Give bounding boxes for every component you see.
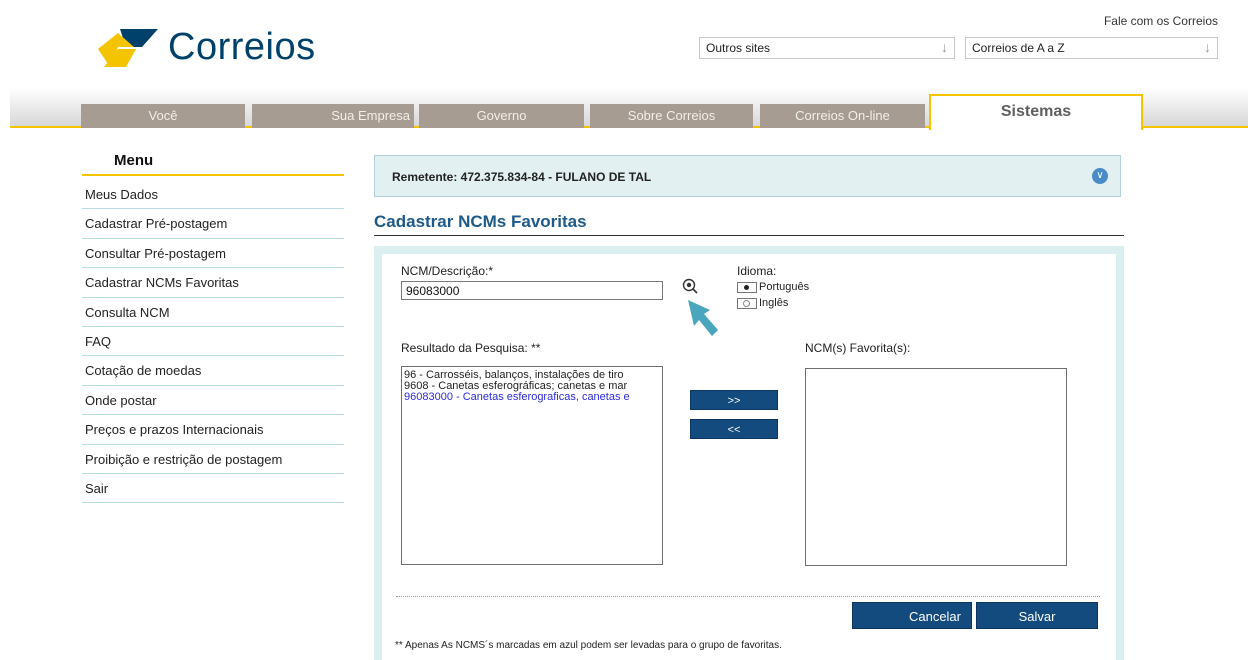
tab-sobre-correios[interactable]: Sobre Correios — [590, 104, 753, 128]
sidebar-item-precos-prazos[interactable]: Preços e prazos Internacionais — [82, 415, 344, 445]
correios-logo[interactable]: Correios — [96, 26, 316, 69]
tab-voce[interactable]: Você — [81, 104, 245, 128]
logo-wordmark: Correios — [168, 26, 316, 68]
correios-logo-icon — [98, 28, 158, 67]
sidebar-item-consulta-ncm[interactable]: Consulta NCM — [82, 298, 344, 327]
radio-selected-icon[interactable] — [737, 281, 757, 293]
chevron-down-icon[interactable]: ∨ — [1092, 168, 1108, 184]
form-divider — [396, 596, 1100, 597]
sidebar-item-consultar-pre-postagem[interactable]: Consultar Pré-postagem — [82, 239, 344, 269]
language-option-ingles[interactable]: Inglês — [737, 297, 788, 309]
other-sites-value: Outros sites — [706, 41, 771, 55]
chevron-down-icon: ↓ — [941, 39, 948, 55]
sender-text: Remetente: 472.375.834-84 - FULANO DE TA… — [392, 170, 652, 184]
sidebar-item-cotacao-moedas[interactable]: Cotação de moedas — [82, 356, 344, 386]
radio-unselected-icon[interactable] — [737, 297, 757, 309]
sidebar-menu: Meus Dados Cadastrar Pré-postagem Consul… — [82, 180, 344, 504]
tab-governo[interactable]: Governo — [419, 104, 584, 128]
language-option-portugues[interactable]: Português — [737, 281, 809, 293]
contact-link[interactable]: Fale com os Correios — [1104, 14, 1218, 28]
add-favorite-button[interactable]: >> — [690, 390, 778, 410]
save-button[interactable]: Salvar — [976, 602, 1098, 629]
a-to-z-value: Correios de A a Z — [972, 41, 1065, 55]
ncm-input[interactable]: 96083000 — [401, 281, 663, 300]
list-item-selectable[interactable]: 96083000 - Canetas esferograficas, canet… — [404, 392, 660, 403]
sidebar-item-proibicao-restricao[interactable]: Proibição e restrição de postagem — [82, 445, 344, 474]
ncm-label: NCM/Descrição:* — [401, 264, 494, 278]
search-icon[interactable] — [682, 278, 698, 294]
tab-sistemas[interactable]: Sistemas — [929, 94, 1143, 130]
a-to-z-select[interactable]: Correios de A a Z ↓ — [965, 37, 1218, 59]
remove-favorite-button[interactable]: << — [690, 419, 778, 439]
footnote: ** Apenas As NCMS´s marcadas em azul pod… — [395, 640, 782, 651]
cancel-button[interactable]: Cancelar — [852, 602, 972, 629]
sidebar-item-faq[interactable]: FAQ — [82, 327, 344, 357]
tab-sua-empresa[interactable]: Sua Empresa — [252, 104, 414, 128]
sidebar-item-cadastrar-ncms-favoritas[interactable]: Cadastrar NCMs Favoritas — [82, 268, 344, 298]
results-label: Resultado da Pesquisa: ** — [401, 341, 541, 355]
favorites-list[interactable] — [805, 368, 1067, 566]
language-option-label: Português — [759, 281, 810, 293]
menu-divider — [82, 174, 344, 176]
language-option-label: Inglês — [759, 297, 789, 309]
sidebar-item-sair[interactable]: Sair — [82, 474, 344, 504]
title-divider — [374, 235, 1124, 236]
menu-title: Menu — [114, 152, 154, 169]
other-sites-select[interactable]: Outros sites ↓ — [699, 37, 955, 59]
language-label: Idioma: — [737, 264, 777, 278]
pointer-arrow-icon — [688, 300, 718, 336]
tab-correios-online[interactable]: Correios On-line — [760, 104, 925, 128]
chevron-down-icon: ↓ — [1204, 39, 1211, 55]
favorites-label: NCM(s) Favorita(s): — [805, 341, 911, 355]
sidebar-item-cadastrar-pre-postagem[interactable]: Cadastrar Pré-postagem — [82, 209, 344, 239]
results-list[interactable]: 96 - Carrosséis, balanços, instalações d… — [401, 366, 663, 565]
page-title: Cadastrar NCMs Favoritas — [374, 212, 587, 231]
sidebar-item-meus-dados[interactable]: Meus Dados — [82, 180, 344, 210]
sender-bar: Remetente: 472.375.834-84 - FULANO DE TA… — [374, 155, 1121, 197]
sidebar-item-onde-postar[interactable]: Onde postar — [82, 386, 344, 416]
